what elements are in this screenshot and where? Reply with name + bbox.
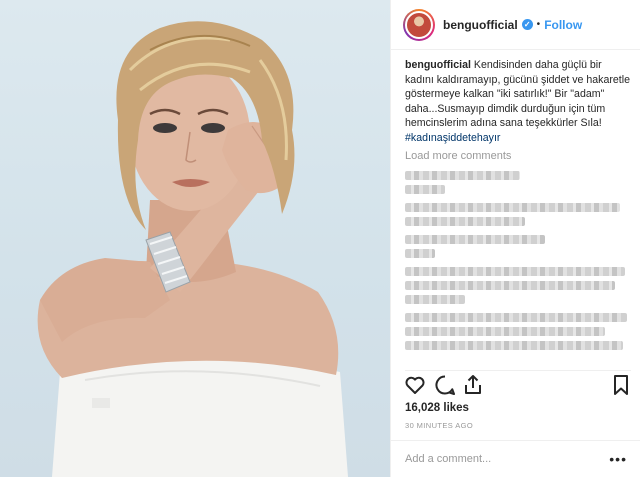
post-photo[interactable] — [0, 0, 390, 477]
instagram-post: benguofficial ✓ • Follow benguofficial K… — [0, 0, 640, 477]
post-header: benguofficial ✓ • Follow — [391, 0, 640, 50]
header-username[interactable]: benguofficial — [443, 18, 518, 32]
avatar[interactable] — [403, 8, 435, 41]
caption-hashtag[interactable]: #kadınaşiddetehayır — [405, 132, 500, 144]
blurred-comment — [405, 202, 631, 226]
post-caption: benguofficial Kendisinden daha güçlü bir… — [405, 58, 631, 146]
action-bar — [399, 373, 635, 399]
portrait-image — [37, 21, 348, 477]
more-options-icon[interactable]: ••• — [609, 451, 627, 467]
bookmark-icon[interactable] — [609, 373, 633, 397]
follow-button[interactable]: Follow — [544, 18, 582, 32]
post-sidebar: benguofficial ✓ • Follow benguofficial K… — [390, 0, 640, 477]
comment-composer: ••• — [391, 440, 640, 477]
share-icon[interactable] — [461, 373, 485, 397]
add-comment-input[interactable] — [405, 453, 585, 465]
post-timestamp: 30 MINUTES AGO — [405, 421, 474, 430]
blurred-comment — [405, 234, 631, 258]
caption-username[interactable]: benguofficial — [405, 59, 471, 71]
separator-dot: • — [536, 19, 541, 30]
blurred-comment — [405, 266, 631, 304]
load-more-comments-button[interactable]: Load more comments — [405, 150, 631, 162]
avatar-image — [405, 10, 433, 39]
blurred-comment — [405, 312, 631, 350]
heart-icon[interactable] — [403, 373, 427, 397]
comment-icon[interactable] — [433, 373, 457, 397]
blurred-comment — [405, 170, 631, 194]
verified-badge-icon: ✓ — [521, 19, 533, 30]
likes-count[interactable]: 16,028 likes — [405, 402, 469, 414]
comments-list[interactable]: benguofficial Kendisinden daha güçlü bir… — [405, 58, 631, 358]
